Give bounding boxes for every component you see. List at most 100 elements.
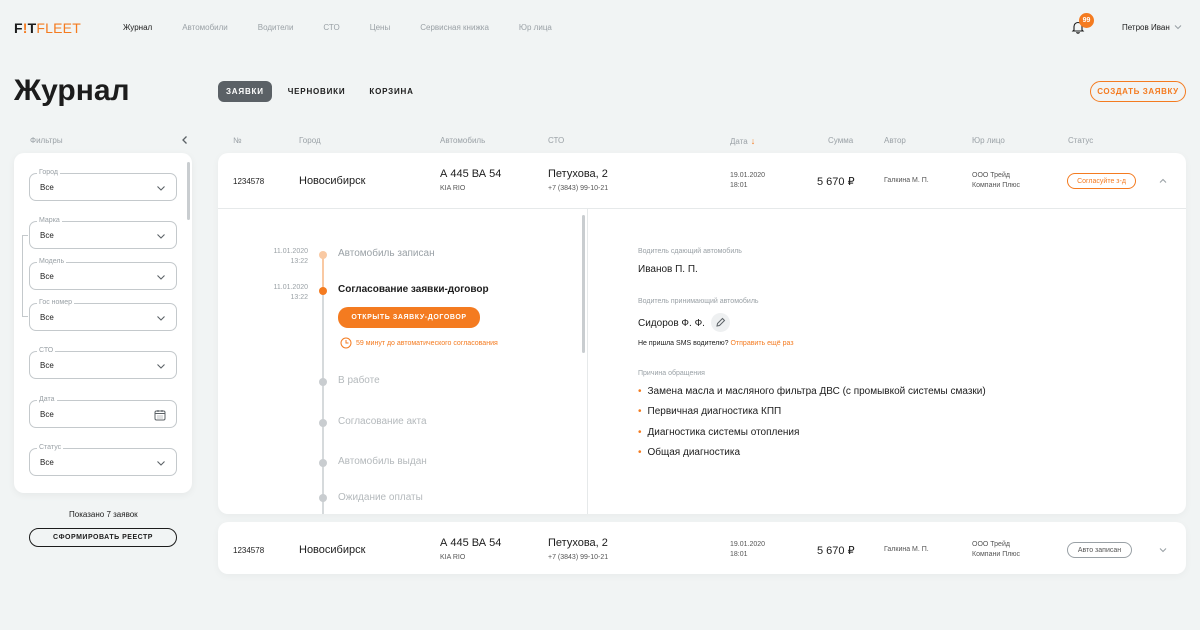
tab-trash[interactable]: КОРЗИНА <box>361 81 421 102</box>
nav-item-cars[interactable]: Автомобили <box>182 23 228 32</box>
sms-text: Не пришла SMS водителю? <box>638 340 729 347</box>
reason-item: • Первичная диагностика КПП <box>638 406 782 417</box>
column-header-date[interactable]: Дата ↓ <box>730 136 755 146</box>
open-contract-button[interactable]: ОТКРЫТЬ ЗАЯВКУ-ДОГОВОР <box>338 307 480 328</box>
receiver-label: Водитель принимающий автомобиль <box>638 298 759 305</box>
receiver-name: Сидоров Ф. Ф. <box>638 318 705 329</box>
timeline-dot-current <box>319 287 327 295</box>
field-value: Все <box>40 183 54 192</box>
reason-item: • Диагностика системы отопления <box>638 427 800 438</box>
row-sum: 5 670 ₽ <box>817 176 855 188</box>
row-legal-line2: Компани Плюс <box>972 182 1021 189</box>
row-city: Новосибирск <box>299 175 366 187</box>
filters-scrollbar[interactable] <box>187 162 190 220</box>
column-header-legal[interactable]: Юр лицо <box>972 136 1005 145</box>
model-filter[interactable]: Модель Все <box>29 258 177 290</box>
sort-down-icon[interactable]: ↓ <box>751 136 756 146</box>
column-header-city[interactable]: Город <box>299 136 321 145</box>
field-value: Все <box>40 410 54 419</box>
timeline-step-title: Согласование заявки-договор <box>338 284 489 295</box>
chevron-down-icon[interactable] <box>1173 22 1183 32</box>
column-header-sto[interactable]: СТО <box>548 136 564 145</box>
row-time: 18:01 <box>730 182 748 189</box>
row-car-model: KIA RIO <box>440 185 466 192</box>
generate-registry-button[interactable]: СФОРМИРОВАТЬ РЕЕСТР <box>29 528 177 547</box>
tab-requests[interactable]: ЗАЯВКИ <box>218 81 272 102</box>
timeline-dot-todo <box>319 494 327 502</box>
nav-item-drivers[interactable]: Водители <box>258 23 294 32</box>
row-car-plate: А 445 ВА 54 <box>440 537 502 549</box>
reason-label: Причина обращения <box>638 370 705 377</box>
row-sum: 5 670 ₽ <box>817 545 855 557</box>
timeline-step-title: Автомобиль выдан <box>338 456 427 467</box>
timeline-line-todo <box>322 291 324 514</box>
auto-approval-note: 59 минут до автоматического согласования <box>356 340 498 347</box>
page-title: Журнал <box>14 74 130 107</box>
sto-filter[interactable]: СТО Все <box>29 347 177 379</box>
row-sto-phone: +7 (3843) 99-10-21 <box>548 185 609 192</box>
row-legal-line1: ООО Трейд <box>972 541 1010 548</box>
nav-item-prices[interactable]: Цены <box>370 23 391 32</box>
status-filter[interactable]: Статус Все <box>29 444 177 476</box>
timeline-step-title: Согласование акта <box>338 416 427 427</box>
field-value: Все <box>40 458 54 467</box>
row-legal-line1: ООО Трейд <box>972 172 1010 179</box>
edit-driver-button[interactable] <box>711 313 730 332</box>
row-sto-name: Петухова, 2 <box>548 168 608 180</box>
resend-sms-link[interactable]: Отправить ещё раз <box>730 340 793 347</box>
clock-icon <box>340 337 352 349</box>
chevron-up-icon[interactable] <box>1158 176 1168 186</box>
row-time: 18:01 <box>730 551 748 558</box>
user-menu[interactable]: Петров Иван <box>1122 23 1170 32</box>
nav-item-legal-entities[interactable]: Юр лица <box>519 23 552 32</box>
field-label: Гос номер <box>37 299 75 306</box>
field-label: СТО <box>37 347 56 354</box>
row-sto-name: Петухова, 2 <box>548 537 608 549</box>
tab-bar: ЗАЯВКИ ЧЕРНОВИКИ КОРЗИНА <box>218 81 430 102</box>
row-legal-line2: Компани Плюс <box>972 551 1021 558</box>
field-label: Модель <box>37 258 67 265</box>
column-header-author[interactable]: Автор <box>884 136 906 145</box>
timeline-dot-todo <box>319 419 327 427</box>
status-badge[interactable]: Согласуйте з-д <box>1067 173 1136 189</box>
column-header-car[interactable]: Автомобиль <box>440 136 485 145</box>
date-filter[interactable]: Дата Все <box>29 396 177 428</box>
logo[interactable]: F!TFLEET <box>14 20 81 36</box>
row-divider <box>218 208 1186 209</box>
row-author: Галкина М. П. <box>884 177 929 184</box>
calendar-icon[interactable] <box>154 409 166 421</box>
chevron-down-icon <box>157 316 165 321</box>
chevron-down-icon[interactable] <box>1158 545 1168 555</box>
timeline-step-title: Автомобиль записан <box>338 248 435 259</box>
nav-item-service-book[interactable]: Сервисная книжка <box>420 23 489 32</box>
column-header-status[interactable]: Статус <box>1068 136 1093 145</box>
timeline-scrollbar[interactable] <box>582 215 585 353</box>
timeline-dot-todo <box>319 459 327 467</box>
main-nav: Журнал Автомобили Водители СТО Цены Серв… <box>123 23 582 32</box>
chevron-down-icon <box>157 186 165 191</box>
create-request-button[interactable]: СОЗДАТЬ ЗАЯВКУ <box>1090 81 1186 102</box>
plate-filter[interactable]: Гос номер Все <box>29 299 177 331</box>
timeline-step-title: В работе <box>338 375 380 386</box>
chevron-left-icon[interactable] <box>180 135 190 145</box>
field-value: Все <box>40 231 54 240</box>
top-navbar: F!TFLEET Журнал Автомобили Водители СТО … <box>0 0 1200 56</box>
filter-group-bracket <box>22 235 28 317</box>
row-sto-phone: +7 (3843) 99-10-21 <box>548 554 609 561</box>
reason-item: • Замена масла и масляного фильтра ДВС (с… <box>638 386 986 397</box>
timeline-line-done <box>322 254 324 291</box>
column-header-sum[interactable]: Сумма <box>828 136 853 145</box>
field-label: Город <box>37 169 60 176</box>
status-badge[interactable]: Авто записан <box>1067 542 1132 558</box>
timeline-date: 11.01.2020 13:22 <box>273 284 308 301</box>
nav-item-sto[interactable]: СТО <box>323 23 339 32</box>
detail-divider <box>587 209 588 514</box>
tab-drafts[interactable]: ЧЕРНОВИКИ <box>280 81 354 102</box>
column-header-number[interactable]: № <box>233 136 242 145</box>
city-filter[interactable]: Город Все <box>29 169 177 201</box>
brand-filter[interactable]: Марка Все <box>29 217 177 249</box>
field-value: Все <box>40 361 54 370</box>
nav-item-journal[interactable]: Журнал <box>123 23 152 32</box>
giver-name: Иванов П. П. <box>638 264 698 275</box>
field-label: Марка <box>37 217 62 224</box>
